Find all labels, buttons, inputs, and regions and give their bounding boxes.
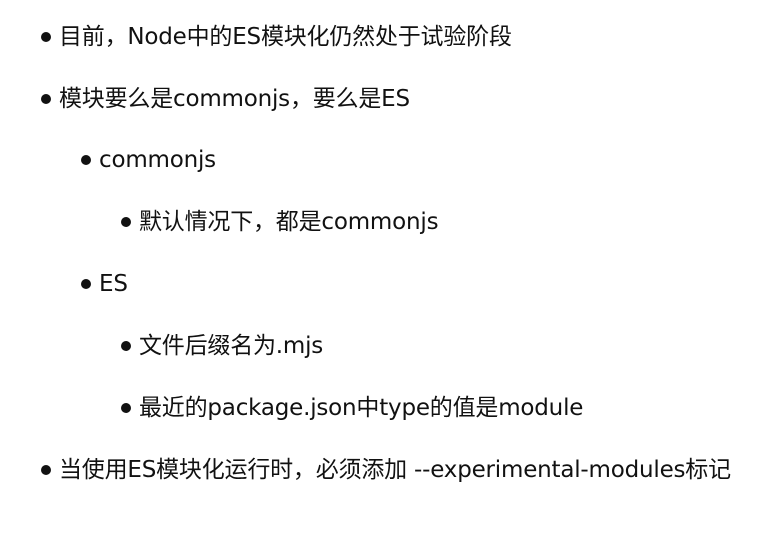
list-item: 当使用ES模块化运行时，必须添加 --experimental-modules标… <box>41 455 731 485</box>
list-item-text: 默认情况下，都是commonjs <box>139 209 439 235</box>
list-item-text: 当使用ES模块化运行时，必须添加 --experimental-modules标… <box>59 457 731 483</box>
bullet-dot-icon <box>121 341 131 351</box>
list-item-text: ES <box>99 271 128 297</box>
list-item-text: 模块要么是commonjs，要么是ES <box>59 86 410 112</box>
bullet-dot-icon <box>121 217 131 227</box>
list-item-text: 目前，Node中的ES模块化仍然处于试验阶段 <box>59 24 512 50</box>
list-item: 目前，Node中的ES模块化仍然处于试验阶段 <box>41 22 512 52</box>
list-item-text: commonjs <box>99 147 216 173</box>
list-item: 模块要么是commonjs，要么是ES <box>41 84 410 114</box>
list-item: 最近的package.json中type的值是module <box>121 393 583 423</box>
bullet-dot-icon <box>41 32 51 42</box>
bullet-dot-icon <box>121 403 131 413</box>
list-item: commonjs <box>81 145 216 175</box>
list-item-text: 最近的package.json中type的值是module <box>139 395 584 421</box>
list-item-text: 文件后缀名为.mjs <box>139 333 324 359</box>
list-item: 文件后缀名为.mjs <box>121 331 323 361</box>
bullet-dot-icon <box>41 94 51 104</box>
list-item: ES <box>81 269 128 299</box>
bullet-dot-icon <box>41 465 51 475</box>
bullet-dot-icon <box>81 155 91 165</box>
bullet-dot-icon <box>81 279 91 289</box>
list-item: 默认情况下，都是commonjs <box>121 207 439 237</box>
